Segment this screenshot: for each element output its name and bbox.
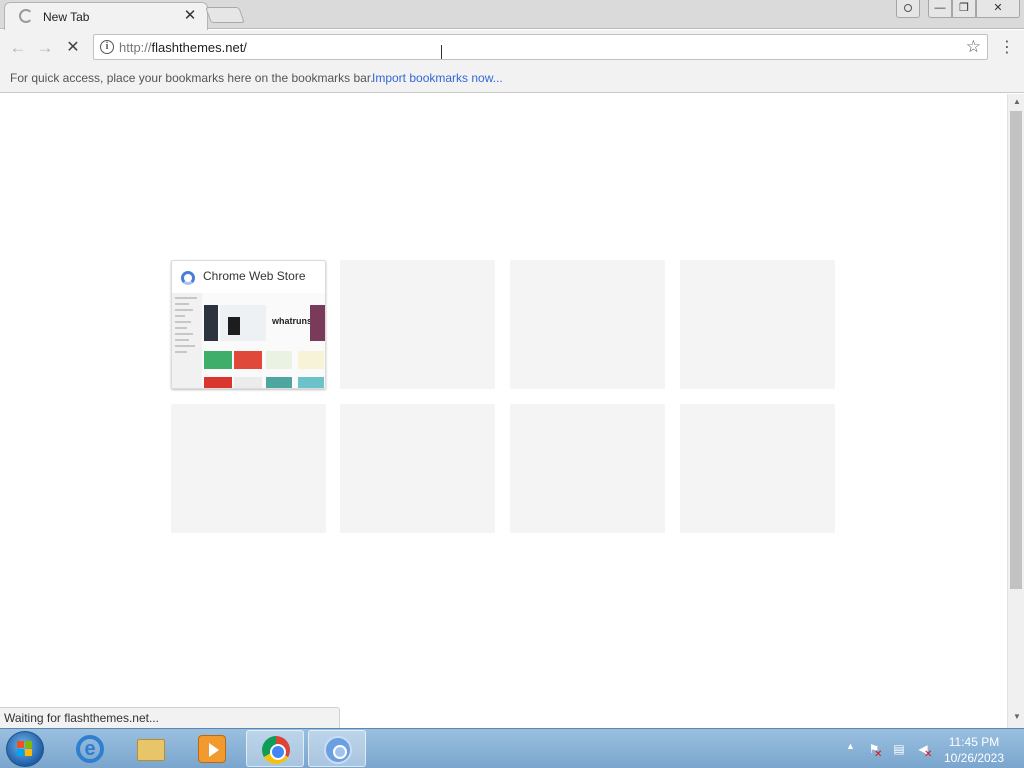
tile-title: Chrome Web Store: [203, 269, 306, 283]
tab-title: New Tab: [43, 10, 90, 24]
most-visited-tile-empty: [340, 404, 495, 533]
taskbar-media-player[interactable]: [183, 730, 241, 767]
status-bubble: Waiting for flashthemes.net...: [0, 707, 340, 728]
profile-button[interactable]: [896, 0, 920, 18]
back-button[interactable]: ←: [8, 38, 28, 58]
stop-loading-button[interactable]: ✕: [63, 38, 83, 58]
new-tab-page: Chrome Web Store whatruns: [0, 94, 1007, 728]
close-window-button[interactable]: ✕: [976, 0, 1020, 18]
tile-thumbnail: whatruns: [172, 293, 325, 388]
chrome-web-store-icon: [181, 271, 195, 285]
thumbnail-sidebar: [172, 293, 202, 388]
most-visited-tile[interactable]: Chrome Web Store whatruns: [171, 260, 326, 389]
windows-logo-icon: [17, 741, 33, 757]
bookmark-star-icon[interactable]: ☆: [966, 37, 981, 57]
most-visited-tile-empty: [171, 404, 326, 533]
scroll-down-icon[interactable]: ▼: [1013, 712, 1021, 721]
scroll-up-icon[interactable]: ▲: [1013, 97, 1021, 106]
system-clock[interactable]: 11:45 PM 10/26/2023: [938, 734, 1010, 766]
most-visited-tile-empty: [510, 260, 665, 389]
network-icon[interactable]: ▤: [891, 741, 907, 757]
clock-date: 10/26/2023: [943, 751, 1005, 765]
tab-new-tab[interactable]: New Tab ✕: [4, 2, 208, 30]
url-scheme: http://: [119, 40, 152, 55]
tab-close-icon[interactable]: ✕: [181, 7, 199, 25]
chrome-menu-button[interactable]: ⋮: [999, 39, 1015, 57]
taskbar-google-chrome[interactable]: [246, 730, 304, 767]
import-bookmarks-link[interactable]: Import bookmarks now...: [372, 71, 503, 85]
text-cursor: [441, 45, 443, 59]
forward-button[interactable]: →: [35, 38, 55, 58]
most-visited-tile-empty: [340, 260, 495, 389]
title-bar: New Tab ✕ — ❐ ✕: [0, 0, 1024, 30]
new-tab-button[interactable]: [205, 7, 245, 23]
chromium-icon: [324, 736, 352, 764]
taskbar-windows-explorer[interactable]: [122, 730, 180, 767]
address-bar[interactable]: i http://flashthemes.net/ ☆: [93, 34, 988, 60]
maximize-button[interactable]: ❐: [952, 0, 976, 18]
chrome-icon: [262, 736, 290, 764]
taskbar-chromium[interactable]: [308, 730, 366, 767]
user-icon: [904, 4, 912, 12]
thumbnail-logo: whatruns: [272, 316, 313, 326]
loading-spinner-icon: [19, 9, 33, 23]
volume-muted-icon[interactable]: ◀ ✕: [915, 741, 932, 760]
start-button[interactable]: [6, 731, 44, 767]
most-visited-tile-empty: [680, 404, 835, 533]
url-text[interactable]: http://flashthemes.net/: [119, 40, 247, 55]
taskbar-internet-explorer[interactable]: e: [61, 730, 119, 767]
scroll-thumb[interactable]: [1010, 111, 1022, 589]
site-info-icon[interactable]: i: [100, 40, 114, 54]
internet-explorer-icon: e: [76, 735, 104, 763]
media-player-icon: [198, 735, 226, 763]
taskbar: e ▲ ⚑ ✕ ▤ ◀ ✕ 11:45 PM 10/26/2023: [0, 728, 1024, 768]
clock-time: 11:45 PM: [948, 735, 1000, 749]
bookmarks-bar: For quick access, place your bookmarks h…: [0, 65, 1024, 93]
browser-toolbar: ← → ✕ i http://flashthemes.net/ ☆ ⋮: [0, 30, 1024, 65]
action-center-flag-icon[interactable]: ⚑ ✕: [866, 741, 883, 760]
url-host: flashthemes.net/: [151, 40, 247, 55]
bookmarks-hint: For quick access, place your bookmarks h…: [10, 71, 374, 85]
folder-icon: [137, 739, 165, 761]
most-visited-tile-empty: [510, 404, 665, 533]
minimize-button[interactable]: —: [928, 0, 952, 18]
most-visited-tile-empty: [680, 260, 835, 389]
show-hidden-icons-button[interactable]: ▲: [846, 741, 855, 751]
tile-header: Chrome Web Store: [172, 261, 325, 293]
vertical-scrollbar[interactable]: ▲ ▼: [1007, 94, 1024, 728]
